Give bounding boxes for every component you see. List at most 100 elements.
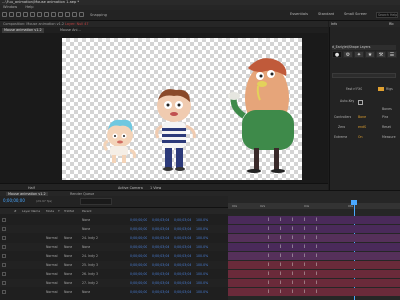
layer-timing-value[interactable]: 0;00;03;04 (152, 279, 169, 287)
timeline-layer-row[interactable]: Normal None 25. Indy 3 0;00;00;00 0;00;03;04… (0, 261, 228, 269)
keyframe-marker[interactable]: I (292, 236, 296, 240)
keyframe-marker[interactable]: I (316, 281, 320, 285)
timeline-layer-row[interactable]: Normal None 27. Indy 2 0;00;00;00 0;00;03;04… (0, 279, 228, 287)
menu-window[interactable]: Window (3, 5, 17, 9)
measure-button[interactable]: Measure (382, 135, 396, 139)
layer-timing-value[interactable]: 100.0% (196, 243, 208, 251)
layer-timing-value[interactable]: 100.0% (196, 288, 208, 296)
gear-icon[interactable]: ⚙ (343, 51, 353, 58)
keyframe-marker[interactable]: I (280, 245, 284, 249)
visibility-toggle[interactable] (2, 236, 6, 240)
layer-timing-value[interactable]: 100.0% (196, 216, 208, 224)
keyframe-marker[interactable]: I (292, 227, 296, 231)
keyframe-marker[interactable]: I (304, 218, 308, 222)
keyframe-marker[interactable]: I (304, 272, 308, 276)
home-icon[interactable] (2, 12, 7, 17)
layer-duration-bar[interactable]: IIIII (228, 288, 400, 296)
workspace-small-screen[interactable]: Small Screen (344, 12, 367, 16)
keyframe-marker[interactable]: I (268, 236, 272, 240)
layer-parent-dropdown[interactable]: None (82, 225, 90, 233)
keyframe-marker[interactable]: I (316, 290, 320, 294)
layer-timing-value[interactable]: 0;00;03;04 (152, 225, 169, 233)
layer-duration-bar[interactable]: IIIII (228, 261, 400, 269)
keyframe-marker[interactable]: I (316, 272, 320, 276)
timeline-layer-row[interactable]: Normal None 24. Indy 2 0;00;00;00 0;00;03;04… (0, 234, 228, 242)
visibility-toggle[interactable] (2, 263, 6, 267)
zero-button[interactable]: Zero (338, 125, 345, 129)
layer-timing-value[interactable]: 0;00;03;04 (174, 252, 191, 260)
layer-mode-dropdown[interactable]: Normal (46, 252, 58, 260)
keyframe-marker[interactable]: I (280, 218, 284, 222)
visibility-toggle[interactable] (2, 254, 6, 258)
render-queue-tab[interactable]: Render Queue (70, 192, 94, 196)
visibility-toggle[interactable] (2, 281, 6, 285)
camera-dropdown[interactable]: Active Camera (118, 186, 143, 190)
playhead-handle[interactable] (351, 200, 357, 205)
keyframe-marker[interactable]: I (304, 254, 308, 258)
layer-duration-bar[interactable]: IIIII (228, 225, 400, 233)
keyframe-marker[interactable]: I (292, 254, 296, 258)
layer-timing-value[interactable]: 100.0% (196, 225, 208, 233)
timeline-layer-row[interactable]: None 0;00;00;00 0;00;03;04 0;00;03;04 100.0% (0, 225, 228, 233)
camera-tool-icon[interactable] (37, 12, 42, 17)
mask-tool-icon[interactable] (51, 12, 56, 17)
layer-timing-value[interactable]: 0;00;03;04 (152, 243, 169, 251)
pin-icon[interactable]: ✦ (354, 51, 364, 58)
pins-button[interactable]: Pins (382, 115, 388, 119)
keyframe-marker[interactable]: I (280, 254, 284, 258)
layer-duration-bar[interactable]: IIIII (228, 270, 400, 278)
layer-timing-value[interactable]: 100.0% (196, 234, 208, 242)
layer-timing-value[interactable]: 0;00;03;04 (152, 288, 169, 296)
keyframe-marker[interactable]: I (316, 218, 320, 222)
layer-timing-value[interactable]: 0;00;00;00 (130, 234, 147, 242)
workspace-standard[interactable]: Standard (318, 12, 334, 16)
wrench-icon[interactable]: ⚒ (376, 51, 386, 58)
star-icon[interactable]: ★ (365, 51, 375, 58)
keyframe-marker[interactable]: I (268, 290, 272, 294)
layer-timing-value[interactable]: 0;00;03;04 (152, 270, 169, 278)
info-tab[interactable]: Info (331, 22, 337, 26)
layer-mode-dropdown[interactable]: Normal (46, 261, 58, 269)
layer-mode-dropdown[interactable]: Normal (46, 279, 58, 287)
keyframe-marker[interactable]: I (268, 245, 272, 249)
keyframe-marker[interactable]: I (316, 227, 320, 231)
keyframe-marker[interactable]: I (292, 290, 296, 294)
layer-parent-dropdown[interactable]: 25. Indy 3 (82, 261, 98, 269)
rotate-tool-icon[interactable] (30, 12, 35, 17)
keyframe-marker[interactable]: I (280, 281, 284, 285)
zoom-dropdown[interactable]: Half (28, 186, 35, 190)
current-time-display[interactable]: 0;00;00;00 (3, 198, 25, 203)
hand-tool-icon[interactable] (16, 12, 21, 17)
keyframe-marker[interactable]: I (280, 272, 284, 276)
rb-tab[interactable]: Rb (389, 22, 394, 26)
layer-duration-bar[interactable]: IIIII (228, 243, 400, 251)
layer-timing-value[interactable]: 0;00;03;04 (174, 234, 191, 242)
keyframe-marker[interactable]: I (292, 218, 296, 222)
layer-parent-dropdown[interactable]: 27. Indy 2 (82, 279, 98, 287)
layer-parent-dropdown[interactable]: None (82, 216, 90, 224)
layer-timing-value[interactable]: 0;00;03;04 (174, 270, 191, 278)
type-tool-icon[interactable] (65, 12, 70, 17)
layer-parent-dropdown[interactable]: 24. Indy 2 (82, 252, 98, 260)
keyframe-marker[interactable]: I (316, 254, 320, 258)
zoom-tool-icon[interactable] (23, 12, 28, 17)
bones-label[interactable]: Bones (382, 107, 392, 111)
layer-duration-bar[interactable]: IIIII (228, 216, 400, 224)
keyframe-marker[interactable]: I (292, 281, 296, 285)
layer-parent-dropdown[interactable]: 26. Indy 3 (82, 270, 98, 278)
layer-timing-value[interactable]: 0;00;00;00 (130, 252, 147, 260)
keyframe-marker[interactable]: I (304, 281, 308, 285)
layer-timing-value[interactable]: 0;00;03;04 (174, 243, 191, 251)
timeline-search-input[interactable] (80, 198, 112, 205)
brush-tool-icon[interactable] (72, 12, 77, 17)
keyframe-marker[interactable]: I (316, 236, 320, 240)
layer-timing-value[interactable]: 0;00;03;04 (174, 261, 191, 269)
layer-timing-value[interactable]: 0;00;03;04 (174, 225, 191, 233)
layer-timing-value[interactable]: 0;00;03;04 (152, 252, 169, 260)
layer-name-field[interactable]: d_EarlyJet/Shape Layers (332, 45, 396, 50)
keyframe-marker[interactable]: I (316, 245, 320, 249)
keyframe-marker[interactable]: I (268, 272, 272, 276)
extreme-button[interactable]: Extreme (334, 135, 347, 139)
timeline-tab-active[interactable]: Mouse animation v1.2 (6, 191, 48, 196)
puppet-tool-icon[interactable] (79, 12, 84, 17)
